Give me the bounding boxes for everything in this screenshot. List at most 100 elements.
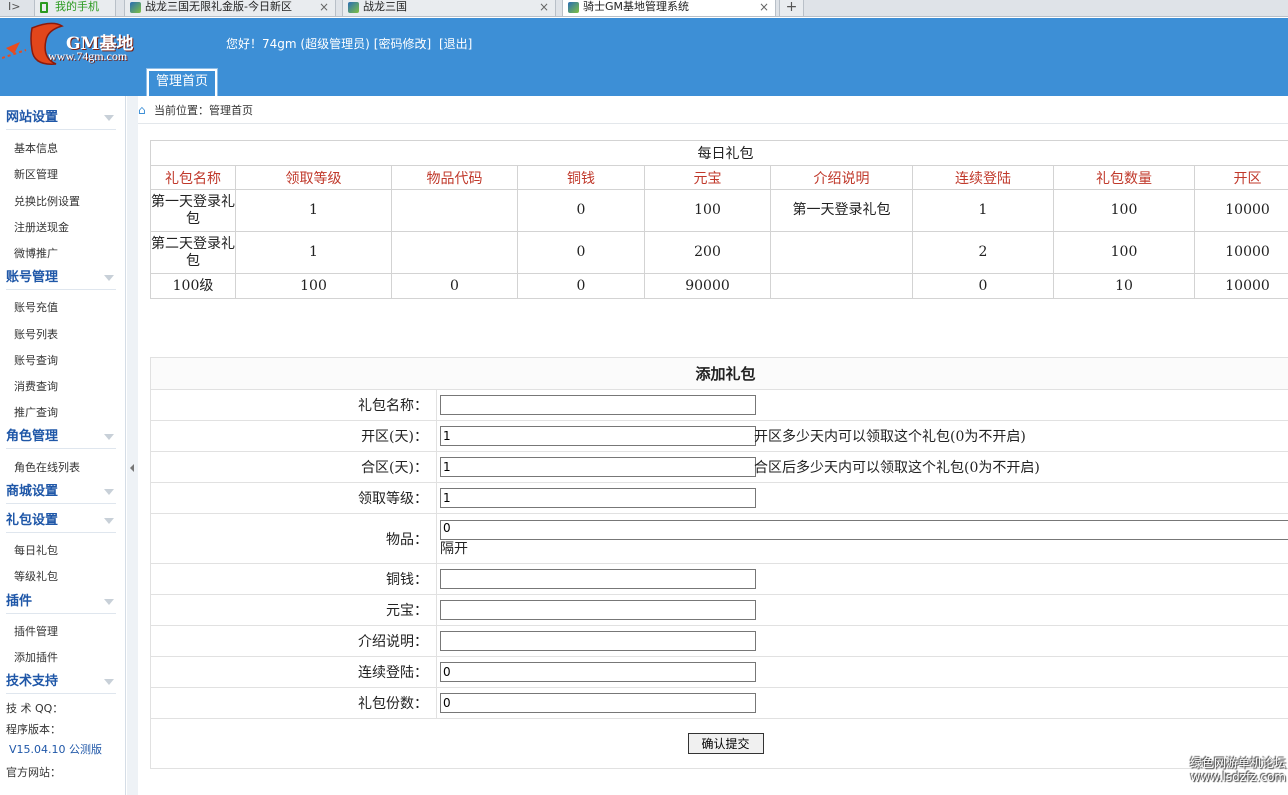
sidebar-item-exchange-rate[interactable]: 兑换比例设置	[14, 193, 80, 209]
sidebar-item-recharge[interactable]: 账号充值	[14, 299, 58, 315]
open-days-hint: 开区多少天内可以领取这个礼包(0为不开启)	[754, 429, 1026, 445]
close-icon[interactable]: ×	[319, 0, 329, 14]
sidebar-section-roles[interactable]: 角色管理	[6, 425, 116, 449]
gift-count-input[interactable]	[440, 693, 756, 713]
sidebar-item-add-plugin[interactable]: 添加插件	[14, 649, 58, 665]
tab-label: 我的手机	[55, 0, 99, 13]
items-separator-note: 隔开	[440, 541, 468, 557]
merge-days-input[interactable]	[440, 457, 756, 477]
browser-tab-game-2[interactable]: 战龙三国 ×	[342, 0, 556, 17]
sidebar-section-site-settings[interactable]: 网站设置	[6, 106, 116, 130]
column-header: 礼包名称	[150, 165, 236, 190]
sidebar-item-promo-search[interactable]: 推广查询	[14, 404, 58, 420]
sidebar-item-account-search[interactable]: 账号查询	[14, 352, 58, 368]
browser-tab-gm-admin[interactable]: 骑士GM基地管理系统 ×	[562, 0, 776, 17]
sidebar-item-online-roles[interactable]: 角色在线列表	[14, 459, 80, 475]
admin-header: GM基地 www.74gm.com 您好！74gm (超级管理员) [密码修改] …	[0, 18, 1288, 96]
table-cell: 第二天登录礼包	[150, 231, 236, 274]
sidebar-item-new-server[interactable]: 新区管理	[14, 166, 58, 182]
tab-label: 骑士GM基地管理系统	[583, 0, 690, 13]
logout-link[interactable]: [退出]	[439, 37, 472, 51]
table-cell: 0	[517, 231, 645, 274]
table-cell: 第一天登录礼包	[150, 189, 236, 232]
sidebar-item-spend-search[interactable]: 消费查询	[14, 378, 58, 394]
browser-tab-game-1[interactable]: 战龙三国无限礼金版-今日新区 ×	[124, 0, 336, 17]
description-input[interactable]	[440, 631, 756, 651]
chevron-down-icon	[104, 275, 114, 281]
table-row: 第二天登录礼包 1 0 200 2 100 10000	[150, 231, 1288, 274]
table-cell: 100	[1053, 231, 1195, 274]
watermark: 绿色网游单机论坛 www.lsdzfz.com	[1190, 756, 1286, 784]
add-gift-form: 添加礼包 礼包名称： 开区(天)： 开区多少天内可以领取这个礼包(0为不开启) …	[149, 357, 1288, 769]
sidebar-item-register-cash[interactable]: 注册送现金	[14, 219, 69, 235]
back-icon[interactable]: I>	[8, 0, 20, 13]
tab-admin-home-label: 管理首页	[155, 74, 208, 89]
watermark-line: 绿色网游单机论坛	[1189, 756, 1286, 770]
site-logo[interactable]: GM基地 www.74gm.com	[2, 20, 152, 72]
table-header-row: 礼包名称 领取等级 物品代码 铜钱 元宝 介绍说明 连续登陆 礼包数量 开区	[150, 165, 1288, 190]
column-header: 铜钱	[517, 165, 645, 190]
sidebar-item-basic-info[interactable]: 基本信息	[14, 140, 58, 156]
change-password-link[interactable]: [密码修改]	[374, 37, 431, 51]
level-input[interactable]	[440, 488, 756, 508]
support-qq-label: 技 术 QQ：	[6, 702, 64, 715]
table-cell: 1	[912, 189, 1054, 232]
field-label: 铜钱：	[150, 563, 437, 595]
column-header: 开区	[1193, 165, 1288, 190]
close-icon[interactable]: ×	[759, 0, 769, 14]
tab-admin-home[interactable]: 管理首页	[146, 68, 218, 96]
items-textarea[interactable]: 0	[440, 520, 1288, 540]
tab-label: 战龙三国	[363, 0, 407, 13]
ingot-input[interactable]	[440, 600, 756, 620]
site-favicon-icon	[348, 2, 359, 13]
sidebar-item-account-list[interactable]: 账号列表	[14, 326, 58, 342]
sidebar-section-gifts[interactable]: 礼包设置	[6, 509, 116, 533]
sidebar-item-weibo[interactable]: 微博推广	[14, 245, 58, 261]
sidebar-collapse-handle[interactable]	[127, 96, 138, 795]
breadcrumb-text: 当前位置：管理首页	[154, 104, 253, 117]
table-cell: 10000	[1193, 189, 1288, 232]
column-header: 连续登陆	[912, 165, 1054, 190]
gift-name-input[interactable]	[440, 395, 756, 415]
chevron-down-icon	[104, 599, 114, 605]
field-label: 介绍说明：	[150, 625, 437, 657]
table-cell: 100	[644, 189, 771, 232]
sidebar: 网站设置 基本信息 新区管理 兑换比例设置 注册送现金 微博推广 账号管理 账号…	[0, 96, 126, 795]
sidebar-section-shop[interactable]: 商城设置	[6, 480, 116, 504]
sidebar-section-support[interactable]: 技术支持	[6, 670, 116, 694]
table-cell: 10000	[1193, 273, 1288, 299]
copper-input[interactable]	[440, 569, 756, 589]
new-tab-button[interactable]: +	[779, 0, 804, 17]
field-label: 领取等级：	[150, 482, 437, 514]
submit-button[interactable]: 确认提交	[687, 733, 764, 754]
table-cell: 第一天登录礼包	[770, 189, 913, 232]
browser-tab-bar: I> 我的手机 战龙三国无限礼金版-今日新区 × 战龙三国 × 骑士GM基地管理…	[0, 0, 1288, 17]
dragon-logo-icon	[2, 22, 64, 65]
sidebar-section-accounts[interactable]: 账号管理	[6, 266, 116, 290]
home-icon[interactable]: ⌂	[138, 103, 150, 117]
chevron-down-icon	[104, 434, 114, 440]
version-label: 程序版本：	[6, 723, 61, 736]
browser-tab-phone[interactable]: 我的手机	[34, 0, 116, 17]
sidebar-item-plugin-manage[interactable]: 插件管理	[14, 623, 58, 639]
field-label: 开区(天)：	[150, 420, 437, 452]
sidebar-item-daily-gift[interactable]: 每日礼包	[14, 542, 58, 558]
sidebar-section-plugins[interactable]: 插件	[6, 590, 116, 614]
open-days-input[interactable]	[440, 426, 756, 446]
close-icon[interactable]: ×	[539, 0, 549, 14]
chevron-down-icon	[104, 679, 114, 685]
table-cell	[391, 189, 518, 232]
column-header: 物品代码	[391, 165, 518, 190]
column-header: 礼包数量	[1053, 165, 1195, 190]
table-row: 第一天登录礼包 1 0 100 第一天登录礼包 1 100 10000	[150, 189, 1288, 232]
site-favicon-icon	[568, 2, 579, 13]
chevron-down-icon	[104, 518, 114, 524]
consecutive-login-input[interactable]	[440, 662, 756, 682]
table-cell: 1	[235, 231, 392, 274]
table-cell: 90000	[644, 273, 771, 299]
sidebar-item-level-gift[interactable]: 等级礼包	[14, 568, 58, 584]
table-cell	[770, 231, 913, 274]
field-label: 礼包份数：	[150, 687, 437, 719]
table-cell: 10000	[1193, 231, 1288, 274]
table-cell: 100	[1053, 189, 1195, 232]
